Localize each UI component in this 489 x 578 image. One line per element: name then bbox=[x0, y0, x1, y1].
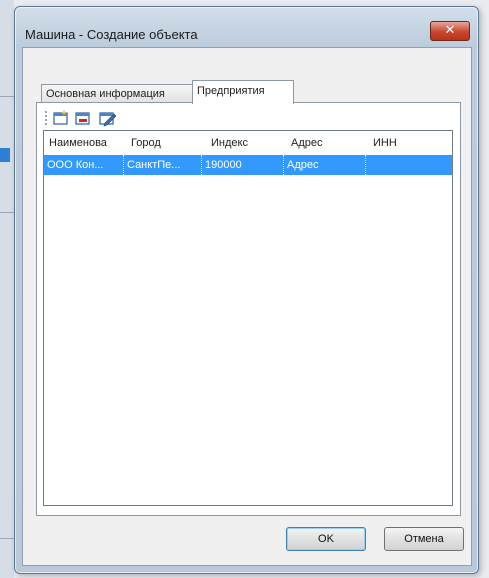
close-button[interactable]: ✕ bbox=[430, 21, 470, 41]
cancel-button[interactable]: Отмена bbox=[384, 527, 464, 551]
cell-name: ООО Кон... bbox=[44, 155, 124, 175]
edit-button[interactable] bbox=[98, 109, 117, 127]
tab-enterprises[interactable]: Предприятия bbox=[192, 80, 294, 104]
dialog-client-area: Основная информация Предприятия Наименов… bbox=[22, 47, 472, 566]
delete-button[interactable] bbox=[74, 109, 92, 127]
edit-record-icon bbox=[99, 112, 117, 127]
column-header-address[interactable]: Адрес bbox=[286, 131, 368, 155]
window-title: Машина - Создание объекта bbox=[25, 27, 198, 42]
cell-index: 190000 bbox=[202, 155, 284, 175]
background-divider bbox=[0, 538, 14, 539]
delete-record-icon bbox=[75, 112, 90, 125]
table-row[interactable]: ООО Кон... СанктПе... 190000 Адрес bbox=[44, 155, 452, 175]
background-selection bbox=[0, 148, 10, 162]
background-divider bbox=[0, 96, 14, 97]
column-header-inn[interactable]: ИНН bbox=[368, 131, 452, 155]
dialog-window: Машина - Создание объекта ✕ Основная инф… bbox=[14, 6, 479, 574]
cell-city: СанктПе... bbox=[124, 155, 202, 175]
background-divider bbox=[0, 212, 14, 213]
close-icon: ✕ bbox=[444, 23, 456, 38]
column-header-name[interactable]: Наименова bbox=[44, 131, 126, 155]
new-record-icon bbox=[53, 110, 68, 125]
add-button[interactable] bbox=[52, 109, 70, 127]
column-header-index[interactable]: Индекс bbox=[206, 131, 286, 155]
enterprises-grid[interactable]: Наименова Город Индекс Адрес ИНН ООО Кон… bbox=[43, 130, 453, 506]
cell-inn bbox=[366, 155, 452, 175]
tab-panel-enterprises: Наименова Город Индекс Адрес ИНН ООО Кон… bbox=[36, 102, 461, 516]
column-header-city[interactable]: Город bbox=[126, 131, 206, 155]
background-app bbox=[0, 0, 14, 578]
cell-address: Адрес bbox=[284, 155, 366, 175]
tab-main-info[interactable]: Основная информация bbox=[41, 84, 194, 103]
toolbar-grip bbox=[45, 111, 47, 126]
grid-header: Наименова Город Индекс Адрес ИНН bbox=[44, 131, 452, 155]
ok-button[interactable]: OK bbox=[286, 527, 366, 551]
